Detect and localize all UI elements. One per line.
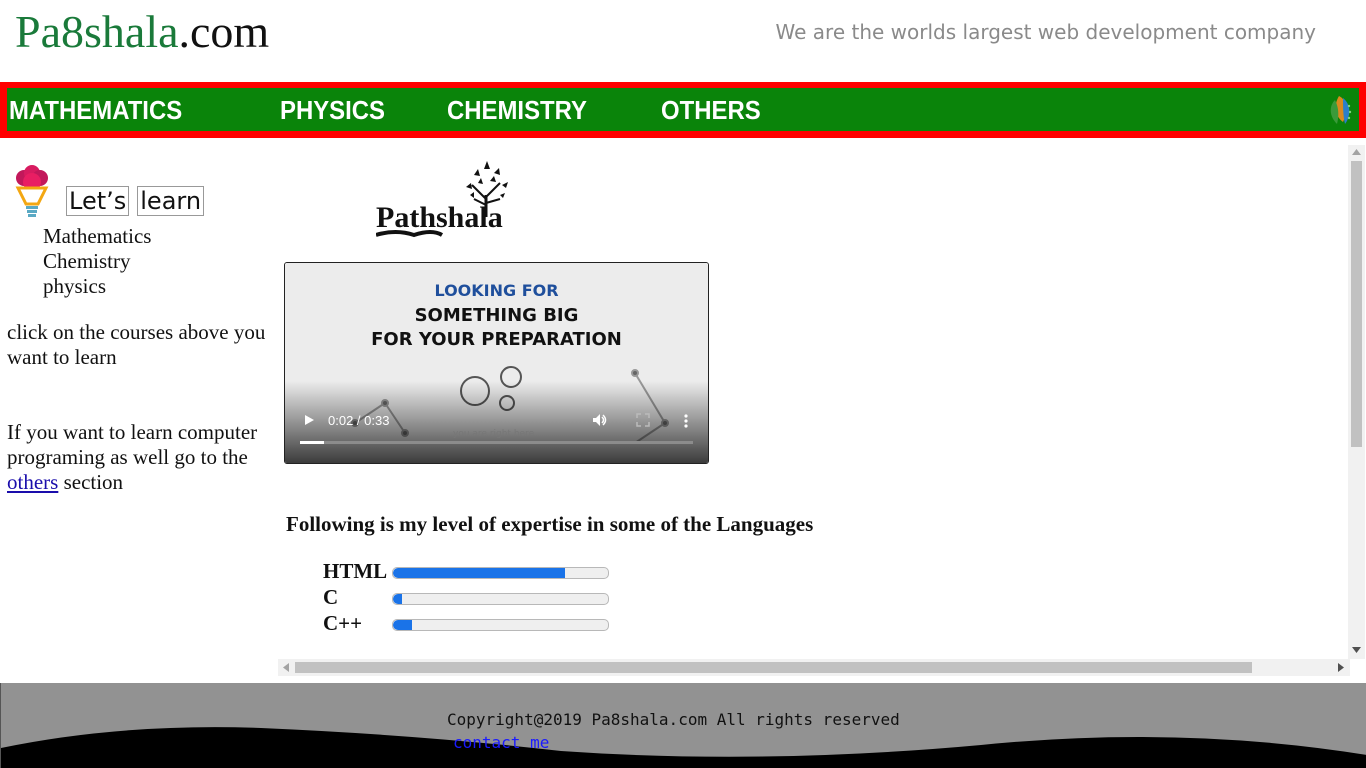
nav-bar-inner: MATHEMATICS PHYSICS CHEMISTRY OTHERS xyxy=(7,88,1359,131)
brand-logo-text: Pathshala xyxy=(376,201,503,234)
leaf-logo-icon xyxy=(1330,96,1352,124)
site-logo[interactable]: Pa8shala.com xyxy=(15,4,269,60)
expertise-heading: Following is my level of expertise in so… xyxy=(286,512,814,536)
course-mathematics[interactable]: Mathematics xyxy=(43,224,151,249)
course-physics[interactable]: physics xyxy=(43,274,106,299)
video-line1: LOOKING FOR xyxy=(434,281,559,300)
scroll-down-icon[interactable] xyxy=(1352,647,1361,653)
click-instructions: click on the courses above you want to l… xyxy=(7,320,266,369)
programming-note: If you want to learn computer programing… xyxy=(7,420,277,495)
skill-bar-fill xyxy=(393,594,402,604)
video-progress-fill xyxy=(300,441,324,444)
brain-bulb-icon xyxy=(15,165,49,217)
nav-item-physics[interactable]: PHYSICS xyxy=(280,95,385,126)
volume-icon[interactable] xyxy=(592,413,608,427)
scroll-left-icon[interactable] xyxy=(283,663,289,672)
skill-bar-c xyxy=(392,593,609,605)
skill-bar-cpp xyxy=(392,619,609,631)
skill-bar-fill xyxy=(393,568,565,578)
skill-label-html: HTML xyxy=(323,559,388,583)
fullscreen-icon[interactable] xyxy=(636,413,650,427)
horizontal-scrollbar[interactable] xyxy=(278,659,1350,676)
skill-label-c: C xyxy=(323,585,339,609)
lets-learn-word1: Let’s xyxy=(66,186,130,216)
site-tagline: We are the worlds largest web developmen… xyxy=(775,20,1316,44)
programming-text: If you want to learn computer programing… xyxy=(7,420,258,469)
nav-item-chemistry[interactable]: CHEMISTRY xyxy=(447,95,587,126)
vertical-scrollbar[interactable] xyxy=(1348,145,1365,659)
video-player[interactable]: LOOKING FOR SOMETHING BIG FOR YOUR PREPA… xyxy=(284,262,709,464)
site-footer: Copyright@2019 Pa8shala.com All rights r… xyxy=(0,683,1366,768)
pathshala-logo: Pathshala xyxy=(376,161,508,238)
scroll-right-icon[interactable] xyxy=(1338,663,1344,672)
video-line3: FOR YOUR PREPARATION xyxy=(371,329,622,350)
scroll-up-icon[interactable] xyxy=(1352,149,1361,155)
nav-item-mathematics[interactable]: MATHEMATICS xyxy=(9,95,182,126)
skill-bar-fill xyxy=(393,620,413,630)
main-content[interactable]: Pathshala LOOKING FOR SOMETHING BIG FOR … xyxy=(278,145,1350,659)
horizontal-scroll-thumb[interactable] xyxy=(295,662,1252,673)
vertical-scroll-thumb[interactable] xyxy=(1351,161,1362,447)
copyright-text: Copyright@2019 Pa8shala.com All rights r… xyxy=(447,710,900,729)
lets-learn-heading: Let’s learn xyxy=(66,186,212,216)
nav-bar: MATHEMATICS PHYSICS CHEMISTRY OTHERS xyxy=(0,82,1366,138)
section-text: section xyxy=(63,470,124,494)
video-progress-track[interactable] xyxy=(300,441,693,444)
lets-learn-word2: learn xyxy=(137,186,205,216)
play-icon[interactable] xyxy=(302,413,316,427)
others-link[interactable]: others xyxy=(7,470,58,494)
more-options-icon[interactable] xyxy=(683,413,689,429)
logo-name: Pa8shala xyxy=(15,6,179,57)
video-controls: 0:02 / 0:33 xyxy=(285,413,708,463)
nav-item-others[interactable]: OTHERS xyxy=(661,95,761,126)
skill-label-cpp: C++ xyxy=(323,611,363,635)
course-chemistry[interactable]: Chemistry xyxy=(43,249,131,274)
skill-bar-html xyxy=(392,567,609,579)
contact-link[interactable]: contact me xyxy=(453,733,549,752)
site-header: Pa8shala.com We are the worlds largest w… xyxy=(0,0,1366,82)
logo-domain: .com xyxy=(178,6,270,57)
video-time: 0:02 / 0:33 xyxy=(328,413,390,428)
video-line2: SOMETHING BIG xyxy=(414,305,579,326)
